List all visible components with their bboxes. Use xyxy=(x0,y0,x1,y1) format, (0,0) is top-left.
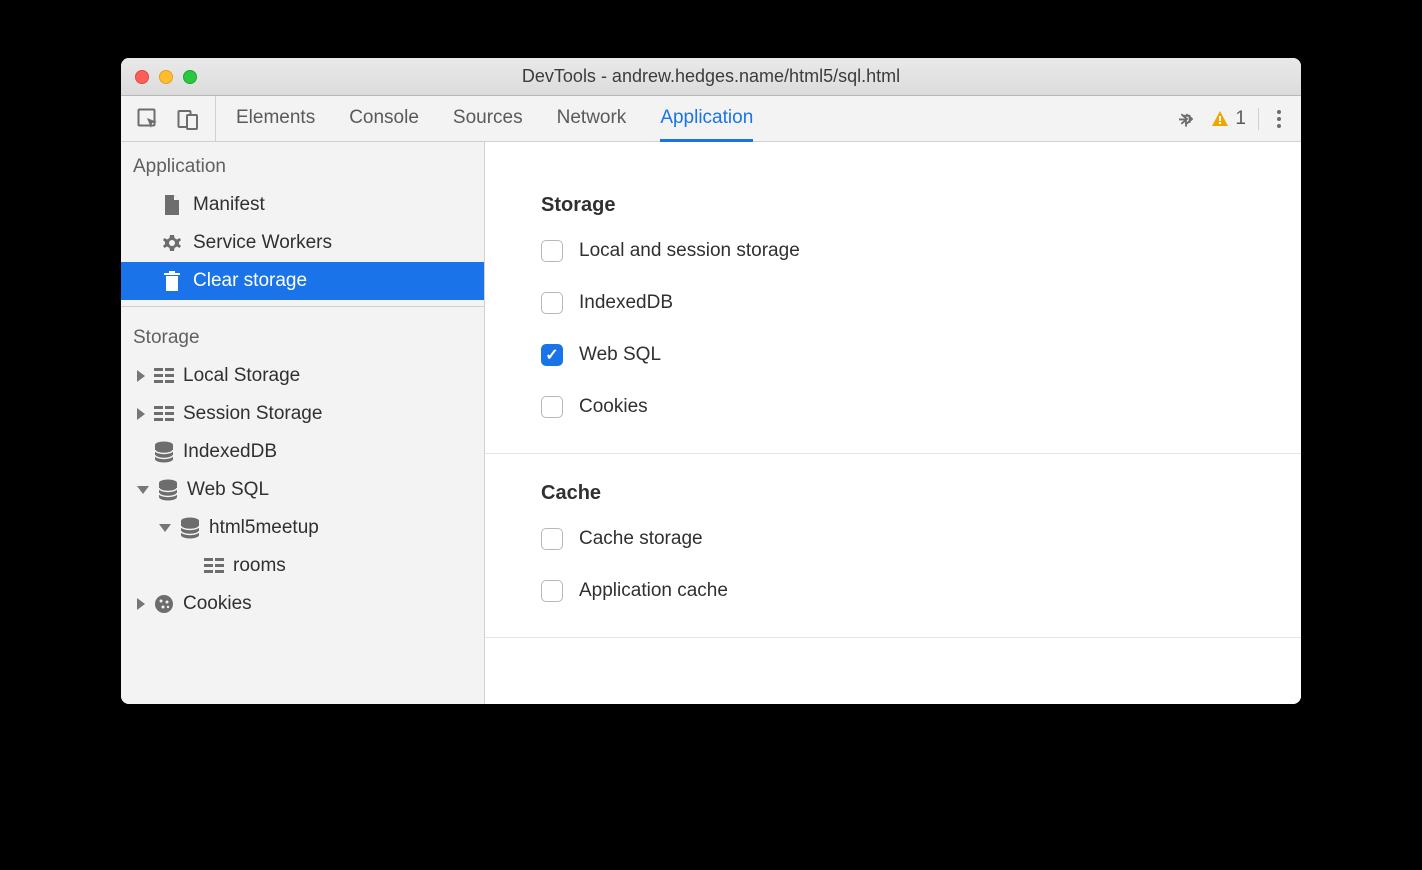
more-options-button[interactable] xyxy=(1273,106,1285,132)
minimize-window-button[interactable] xyxy=(159,70,173,84)
devtools-window: DevTools - andrew.hedges.name/html5/sql.… xyxy=(121,58,1301,704)
grid-icon xyxy=(153,365,175,387)
disclosure-right-icon xyxy=(137,598,145,610)
warning-icon xyxy=(1211,110,1229,128)
document-icon xyxy=(161,194,183,216)
pane-section-cache: Cache Cache storage Application cache xyxy=(485,454,1301,638)
sidebar-item-clear-storage[interactable]: Clear storage xyxy=(121,262,484,300)
tab-console[interactable]: Console xyxy=(349,96,419,142)
sidebar-item-service-workers[interactable]: Service Workers xyxy=(121,224,484,262)
issues-count: 1 xyxy=(1235,108,1246,130)
tab-network[interactable]: Network xyxy=(557,96,627,142)
checkbox[interactable] xyxy=(541,292,563,314)
tree-item-label: Cookies xyxy=(183,593,252,615)
device-toggle-icon[interactable] xyxy=(177,108,199,130)
tab-application[interactable]: Application xyxy=(660,96,753,142)
disclosure-down-icon xyxy=(159,524,171,532)
option-label: IndexedDB xyxy=(579,292,673,314)
tree-item-session-storage[interactable]: Session Storage xyxy=(121,395,484,433)
sidebar-item-label: Clear storage xyxy=(193,270,307,292)
tree-item-label: Session Storage xyxy=(183,403,322,425)
tab-elements[interactable]: Elements xyxy=(236,96,315,142)
tree-item-label: rooms xyxy=(233,555,286,577)
sidebar-item-label: Manifest xyxy=(193,194,265,216)
checkbox[interactable] xyxy=(541,344,563,366)
disclosure-right-icon xyxy=(137,408,145,420)
cookie-icon xyxy=(153,593,175,615)
sidebar-item-manifest[interactable]: Manifest xyxy=(121,186,484,224)
issues-indicator[interactable]: 1 xyxy=(1211,108,1259,130)
tree-item-html5meetup[interactable]: html5meetup xyxy=(121,509,484,547)
disclosure-space-icon xyxy=(187,560,195,572)
sidebar-divider xyxy=(121,306,484,307)
option-row-cookies: Cookies xyxy=(485,381,1301,433)
tree-item-local-storage[interactable]: Local Storage xyxy=(121,357,484,395)
tree-item-label: IndexedDB xyxy=(183,441,277,463)
toolbar-left xyxy=(121,96,216,141)
more-tabs-icon[interactable] xyxy=(1173,108,1195,130)
option-label: Local and session storage xyxy=(579,240,800,262)
checkbox[interactable] xyxy=(541,396,563,418)
window-controls xyxy=(121,70,197,84)
pane-section-storage: Storage Local and session storage IndexedD… xyxy=(485,142,1301,454)
sidebar-item-label: Service Workers xyxy=(193,232,332,254)
sidebar-group-title: Application xyxy=(121,142,484,186)
tree-item-rooms[interactable]: rooms xyxy=(121,547,484,585)
option-label: Cookies xyxy=(579,396,648,418)
window-title: DevTools - andrew.hedges.name/html5/sql.… xyxy=(121,66,1301,87)
pane-section-title: Storage xyxy=(485,194,1301,225)
devtools-toolbar: Elements Console Sources Network Application… xyxy=(121,96,1301,142)
database-icon xyxy=(179,517,201,539)
inspect-icon[interactable] xyxy=(137,108,159,130)
disclosure-right-icon xyxy=(137,370,145,382)
gear-icon xyxy=(161,232,183,254)
option-label: Application cache xyxy=(579,580,728,602)
tree-item-indexeddb[interactable]: IndexedDB xyxy=(121,433,484,471)
tab-sources[interactable]: Sources xyxy=(453,96,523,142)
database-icon xyxy=(157,479,179,501)
application-main-pane: Storage Local and session storage IndexedD… xyxy=(485,142,1301,704)
tree-item-web-sql[interactable]: Web SQL xyxy=(121,471,484,509)
sidebar-group-title: Storage xyxy=(121,313,484,357)
grid-icon xyxy=(153,403,175,425)
disclosure-down-icon xyxy=(137,486,149,494)
trash-icon xyxy=(161,270,183,292)
option-row-application-cache: Application cache xyxy=(485,565,1301,617)
devtools-tabs: Elements Console Sources Network Application xyxy=(216,96,1173,141)
tree-item-label: html5meetup xyxy=(209,517,319,539)
tree-item-label: Local Storage xyxy=(183,365,300,387)
close-window-button[interactable] xyxy=(135,70,149,84)
disclosure-space-icon xyxy=(137,446,145,458)
pane-section-title: Cache xyxy=(485,482,1301,513)
zoom-window-button[interactable] xyxy=(183,70,197,84)
option-row-web-sql: Web SQL xyxy=(485,329,1301,381)
option-row-cache-storage: Cache storage xyxy=(485,513,1301,565)
checkbox[interactable] xyxy=(541,240,563,262)
tree-item-cookies[interactable]: Cookies xyxy=(121,585,484,623)
option-label: Web SQL xyxy=(579,344,661,366)
option-row-local-and-session-storage: Local and session storage xyxy=(485,225,1301,277)
devtools-content: Application Manifest Service Workers Clear … xyxy=(121,142,1301,704)
database-icon xyxy=(153,441,175,463)
window-titlebar: DevTools - andrew.hedges.name/html5/sql.… xyxy=(121,58,1301,96)
toolbar-right: 1 xyxy=(1195,106,1301,132)
checkbox[interactable] xyxy=(541,580,563,602)
application-sidebar: Application Manifest Service Workers Clear … xyxy=(121,142,485,704)
grid-icon xyxy=(203,555,225,577)
tree-item-label: Web SQL xyxy=(187,479,269,501)
option-row-indexeddb: IndexedDB xyxy=(485,277,1301,329)
option-label: Cache storage xyxy=(579,528,703,550)
checkbox[interactable] xyxy=(541,528,563,550)
